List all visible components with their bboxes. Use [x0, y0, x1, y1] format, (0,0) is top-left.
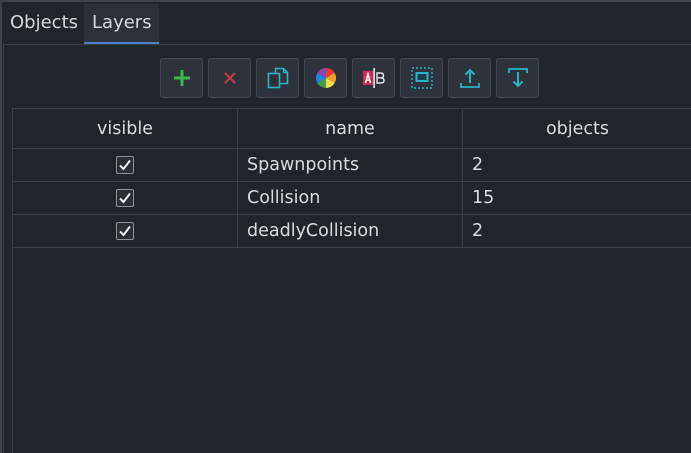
visible-checkbox[interactable] [116, 156, 134, 174]
layers-toolbar [160, 58, 539, 98]
column-header-objects[interactable]: objects [463, 109, 691, 148]
checkmark-icon [119, 159, 131, 171]
column-header-name[interactable]: name [238, 109, 463, 148]
x-icon [223, 72, 236, 84]
remove-layer-button[interactable] [208, 58, 251, 98]
move-layer-down-button[interactable] [496, 58, 539, 98]
visible-checkbox[interactable] [116, 222, 134, 240]
table-row[interactable]: deadlyCollision 2 [13, 215, 691, 248]
layer-name-cell[interactable]: deadlyCollision [238, 215, 463, 247]
visible-cell [13, 182, 238, 214]
move-layer-up-button[interactable] [448, 58, 491, 98]
plus-icon [173, 70, 190, 86]
object-count-cell: 2 [472, 221, 484, 241]
duplicate-layer-button[interactable] [256, 58, 299, 98]
object-count-cell: 2 [472, 155, 484, 175]
column-header-visible[interactable]: visible [13, 109, 238, 148]
select-layer-objects-button[interactable] [400, 58, 443, 98]
copy-icon [267, 67, 288, 89]
table-empty-area[interactable] [13, 249, 691, 453]
tab-layers[interactable]: Layers [84, 4, 159, 45]
table-header: visible name objects [13, 109, 691, 149]
table-row[interactable]: Collision 15 [13, 182, 691, 215]
arrow-down-icon [507, 68, 528, 88]
visible-cell [13, 215, 238, 247]
layers-table: visible name objects Spawnpoints 2 Colli… [12, 108, 691, 453]
add-layer-button[interactable] [160, 58, 203, 98]
table-row[interactable]: Spawnpoints 2 [13, 149, 691, 182]
visible-cell [13, 149, 238, 181]
rename-layer-button[interactable] [352, 58, 395, 98]
layer-name-cell[interactable]: Collision [238, 182, 463, 214]
rename-text-icon [362, 68, 385, 88]
color-wheel-icon [315, 68, 336, 88]
checkmark-icon [119, 225, 131, 237]
object-count-cell: 15 [472, 188, 495, 208]
layer-name-cell[interactable]: Spawnpoints [238, 149, 463, 181]
layer-color-button[interactable] [304, 58, 347, 98]
layers-panel: visible name objects Spawnpoints 2 Colli… [3, 45, 691, 453]
tab-objects[interactable]: Objects [3, 4, 84, 45]
visible-checkbox[interactable] [116, 189, 134, 207]
tab-bar: Objects Layers [3, 4, 159, 45]
arrow-up-icon [459, 68, 480, 88]
select-frame-icon [410, 67, 433, 89]
checkmark-icon [119, 192, 131, 204]
